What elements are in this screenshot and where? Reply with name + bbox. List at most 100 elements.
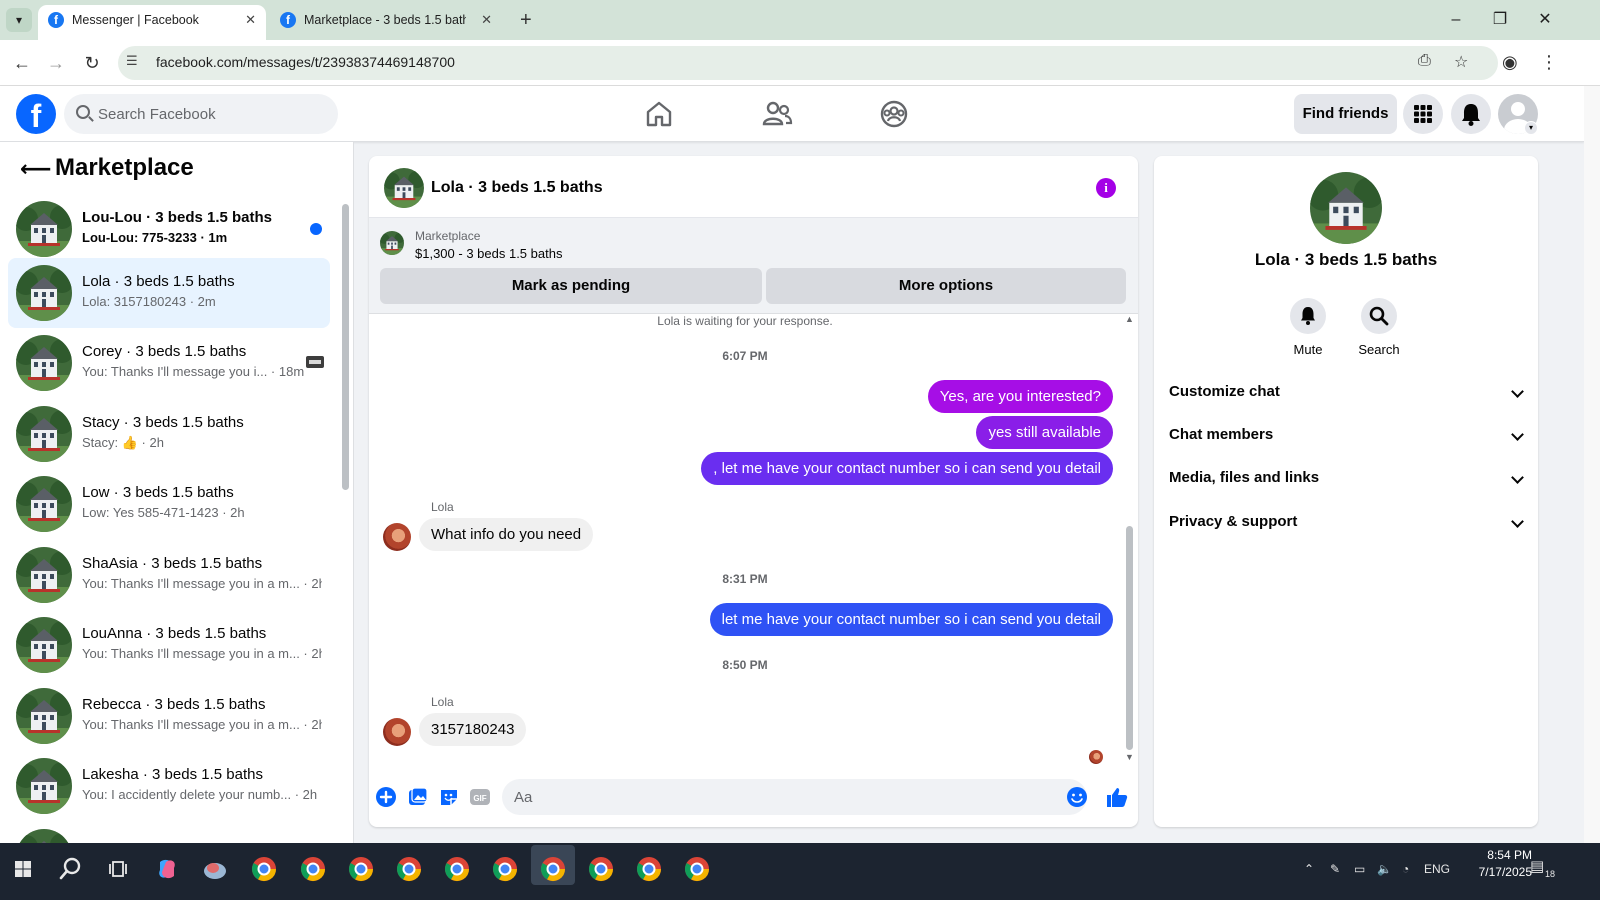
minimize-button[interactable]: – [1434, 6, 1478, 34]
app-icon[interactable] [200, 854, 230, 884]
conversation-item[interactable]: Lakesha · 3 beds 1.5 baths You: I accide… [8, 751, 330, 821]
listing-thumbnail[interactable] [1310, 172, 1382, 244]
menu-grid-button[interactable] [1403, 94, 1443, 134]
tab-messenger[interactable]: f Messenger | Facebook ✕ [38, 5, 266, 40]
sticker-icon[interactable] [438, 786, 460, 808]
profile-icon[interactable]: ◉ [1502, 52, 1518, 73]
system-clock[interactable]: 8:54 PM 7/17/2025 [1452, 847, 1532, 881]
search-button[interactable] [1361, 298, 1397, 334]
scroll-down-icon[interactable]: ▼ [1125, 752, 1134, 762]
mute-action[interactable]: Mute [1278, 298, 1338, 357]
gif-icon[interactable]: GIF [469, 786, 491, 808]
back-button[interactable]: ← [8, 50, 36, 76]
listing-thumbnail[interactable] [384, 168, 424, 208]
facebook-search-input[interactable] [98, 94, 328, 134]
tab-search-icon[interactable]: ▾ [6, 8, 32, 32]
search-action[interactable]: Search [1349, 298, 1409, 357]
notifications-button[interactable] [1451, 94, 1491, 134]
scroll-thumb[interactable] [342, 204, 349, 490]
notification-center-icon[interactable]: ▤ [1530, 857, 1544, 875]
conversation-item[interactable]: Stacy · 3 beds 1.5 baths Stacy: 👍 · 2h [8, 399, 330, 469]
friends-icon[interactable] [761, 98, 793, 130]
home-icon[interactable] [643, 98, 675, 130]
conversation-item[interactable] [8, 822, 330, 843]
chat-title[interactable]: Lola · 3 beds 1.5 baths [431, 179, 603, 197]
chrome-icon[interactable] [442, 854, 472, 884]
windows-start-icon[interactable] [8, 854, 38, 884]
url-text[interactable]: facebook.com/messages/t/2393837446914870… [156, 54, 455, 70]
chrome-icon[interactable] [346, 854, 376, 884]
chrome-icon[interactable] [298, 854, 328, 884]
conversation-item[interactable]: Corey · 3 beds 1.5 baths You: Thanks I'l… [8, 328, 330, 398]
listing-thumbnail[interactable] [380, 231, 404, 255]
chrome-icon[interactable] [249, 854, 279, 884]
chrome-menu-icon[interactable]: ⋮ [1540, 52, 1558, 73]
page-scrollbar[interactable] [1584, 86, 1600, 843]
facebook-search[interactable] [64, 94, 338, 134]
chrome-icon[interactable] [634, 854, 664, 884]
close-tab-icon[interactable]: ✕ [245, 5, 256, 35]
outgoing-message[interactable]: let me have your contact number so i can… [709, 603, 1113, 636]
account-caret-icon[interactable]: ▾ [1524, 121, 1538, 135]
outgoing-message[interactable]: , let me have your contact number so i c… [701, 452, 1113, 485]
back-arrow-icon[interactable]: ⟵ [20, 156, 52, 182]
emoji-icon[interactable] [1066, 786, 1088, 808]
listing-price[interactable]: $1,300 - 3 beds 1.5 baths [415, 246, 562, 261]
task-view-icon[interactable] [103, 854, 133, 884]
chrome-icon[interactable] [586, 854, 616, 884]
chrome-icon[interactable] [682, 854, 712, 884]
install-app-icon[interactable]: ⎙ [1418, 52, 1431, 70]
chrome-icon[interactable] [538, 854, 568, 884]
chat-members-section[interactable]: Chat members [1169, 416, 1524, 454]
outgoing-message[interactable]: Yes, are you interested? [927, 380, 1113, 413]
sidebar-scrollbar[interactable] [340, 194, 350, 834]
scroll-thumb[interactable] [1126, 526, 1133, 750]
mark-as-pending-button[interactable]: Mark as pending [380, 268, 762, 304]
forward-button[interactable]: → [42, 50, 70, 76]
reload-button[interactable]: ↻ [78, 50, 106, 76]
groups-icon[interactable] [878, 98, 910, 130]
customize-chat-section[interactable]: Customize chat [1169, 373, 1524, 411]
thumbs-up-icon[interactable] [1105, 785, 1129, 809]
contact-avatar[interactable] [383, 718, 411, 746]
network-icon[interactable]: ◔ [1402, 862, 1409, 876]
more-options-button[interactable]: More options [766, 268, 1126, 304]
photo-icon[interactable] [407, 786, 429, 808]
find-friends-button[interactable]: Find friends [1294, 94, 1397, 134]
incoming-message[interactable]: 3157180243 [419, 713, 527, 746]
close-window-button[interactable]: ✕ [1523, 6, 1567, 34]
chrome-icon[interactable] [490, 854, 520, 884]
copilot-icon[interactable] [152, 854, 182, 884]
omnibox[interactable]: ☰ facebook.com/messages/t/23938374469148… [118, 46, 1498, 80]
input-method-icon[interactable]: ✎ [1330, 862, 1340, 876]
message-input[interactable] [514, 779, 1054, 815]
incoming-message[interactable]: What info do you need [419, 518, 594, 551]
info-icon[interactable]: i [1096, 178, 1116, 198]
outgoing-message[interactable]: yes still available [976, 416, 1113, 449]
conversation-item[interactable]: Rebecca · 3 beds 1.5 baths You: Thanks I… [8, 681, 330, 751]
chrome-icon[interactable] [394, 854, 424, 884]
battery-icon[interactable]: ▭ [1354, 862, 1365, 876]
new-tab-button[interactable]: + [520, 8, 532, 32]
conversation-item[interactable]: ShaAsia · 3 beds 1.5 baths You: Thanks I… [8, 540, 330, 610]
conversation-item[interactable]: Lola · 3 beds 1.5 baths Lola: 3157180243… [8, 258, 330, 328]
volume-icon[interactable]: 🔈 [1377, 862, 1392, 876]
scroll-up-icon[interactable]: ▲ [1125, 314, 1134, 324]
message-input-box[interactable] [502, 779, 1087, 815]
restore-button[interactable]: ❐ [1478, 6, 1522, 34]
taskbar-search-icon[interactable] [56, 854, 86, 884]
bookmark-star-icon[interactable]: ☆ [1454, 52, 1468, 72]
show-hidden-icons-icon[interactable]: ⌃ [1304, 862, 1314, 876]
tab-marketplace[interactable]: f Marketplace - 3 beds 1.5 baths ✕ [270, 5, 502, 40]
language-indicator[interactable]: ENG [1424, 862, 1450, 876]
mute-button[interactable] [1290, 298, 1326, 334]
site-info-icon[interactable]: ☰ [126, 53, 138, 69]
media-files-links-section[interactable]: Media, files and links [1169, 459, 1524, 497]
contact-avatar[interactable] [383, 523, 411, 551]
plus-icon[interactable] [375, 786, 397, 808]
chat-scrollbar[interactable]: ▲ ▼ [1122, 314, 1136, 768]
conversation-item[interactable]: Low · 3 beds 1.5 baths Low: Yes 585-471-… [8, 469, 330, 539]
privacy-support-section[interactable]: Privacy & support [1169, 503, 1524, 541]
close-tab-icon[interactable]: ✕ [481, 5, 492, 35]
conversation-item[interactable]: LouAnna · 3 beds 1.5 baths You: Thanks I… [8, 610, 330, 680]
